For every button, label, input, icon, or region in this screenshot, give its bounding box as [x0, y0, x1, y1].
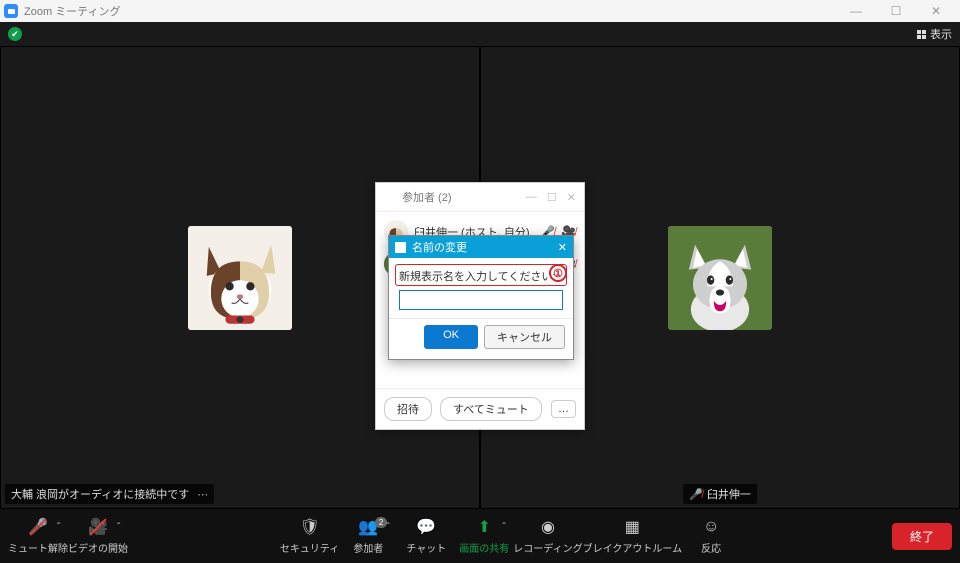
view-label: 表示 [930, 26, 952, 42]
rename-input[interactable] [399, 290, 563, 310]
smile-icon: ☺ [703, 517, 719, 537]
zoom-app-icon [4, 4, 18, 18]
dialog-close-button[interactable]: ✕ [558, 241, 567, 254]
avatar-cat-icon [188, 226, 292, 330]
annotation-badge: ① [549, 264, 567, 282]
meeting-toolbar: 🎤 ⌃ ミュート解除 🎥 ⌃ ビデオの開始 🛡 セキュリティ 👥 2 ⌃ 参加者 [0, 509, 960, 563]
panel-close-button[interactable]: ✕ [567, 191, 576, 204]
chat-icon: 💬 [416, 517, 436, 537]
view-toggle-button[interactable]: 表示 [917, 26, 952, 42]
app-window: Zoom ミーティング — ☐ ✕ ✔ 表示 [0, 0, 960, 563]
rename-dialog-header[interactable]: 名前の変更 ✕ [389, 236, 573, 258]
unmute-button[interactable]: 🎤 ⌃ ミュート解除 [8, 517, 68, 555]
record-icon: ◉ [541, 517, 555, 537]
camera-icon: 🎥 [88, 517, 108, 537]
avatar-dog-icon [668, 226, 772, 330]
minimize-button[interactable]: — [842, 4, 870, 18]
participants-button[interactable]: 👥 2 ⌃ 参加者 [339, 517, 397, 555]
breakout-button[interactable]: ▦ ブレイクアウトルーム [583, 517, 683, 555]
participants-title: 参加者 (2) [402, 189, 452, 205]
reactions-button[interactable]: ☺ 反応 [682, 517, 740, 555]
rename-body: ① 新規表示名を入力してください: [389, 258, 573, 318]
zoom-app-icon [384, 191, 396, 203]
mic-icon: 🎤 [28, 517, 48, 537]
rename-prompt: 新規表示名を入力してください: [399, 268, 563, 284]
panel-maximize-button[interactable]: ☐ [547, 191, 557, 204]
meeting-topbar: ✔ 表示 [0, 22, 960, 46]
zoom-app-icon [395, 242, 406, 253]
mute-all-button[interactable]: すべてミュート [440, 397, 542, 421]
ellipsis-icon [193, 488, 208, 501]
panel-minimize-button[interactable]: — [526, 191, 537, 204]
rename-footer: OK キャンセル [389, 318, 573, 359]
tile-caption-left: 大輔 浪岡がオーディオに接続中です [5, 484, 214, 504]
invite-button[interactable]: 招待 [384, 397, 432, 421]
grid-icon [917, 30, 926, 39]
chat-button[interactable]: 💬 チャット [397, 517, 455, 555]
window-controls: — ☐ ✕ [842, 4, 956, 18]
tile-caption-right: 🎤̸ 臼井伸一 [683, 484, 757, 504]
close-button[interactable]: ✕ [922, 4, 950, 18]
caret-icon[interactable]: ⌃ [501, 521, 508, 530]
caret-icon[interactable]: ⌃ [55, 521, 62, 530]
shield-icon: 🛡 [299, 517, 319, 537]
caret-icon[interactable]: ⌃ [385, 521, 392, 530]
encryption-shield-icon[interactable]: ✔ [8, 27, 22, 41]
security-button[interactable]: 🛡 セキュリティ [280, 517, 339, 555]
share-screen-button[interactable]: ⬆ ⌃ 画面の共有 [455, 517, 513, 555]
participants-header: 参加者 (2) — ☐ ✕ [376, 183, 584, 212]
maximize-button[interactable]: ☐ [882, 4, 910, 18]
share-icon: ⬆ [478, 517, 491, 537]
more-options-button[interactable]: … [551, 400, 576, 418]
breakout-icon: ▦ [625, 517, 640, 537]
record-button[interactable]: ◉ レコーディング [513, 517, 582, 555]
ok-button[interactable]: OK [424, 325, 478, 349]
participants-footer: 招待 すべてミュート … [376, 388, 584, 429]
os-titlebar: Zoom ミーティング — ☐ ✕ [0, 0, 960, 22]
meeting-area: ✔ 表示 [0, 22, 960, 563]
cancel-button[interactable]: キャンセル [484, 325, 565, 349]
mic-muted-icon: 🎤̸ [689, 488, 703, 501]
rename-title: 名前の変更 [412, 239, 467, 255]
participants-panel: 参加者 (2) — ☐ ✕ 臼井伸一 (ホスト, 自分) 🎤̸ 🎥̸ [375, 182, 585, 430]
caret-icon[interactable]: ⌃ [115, 521, 122, 530]
start-video-button[interactable]: 🎥 ⌃ ビデオの開始 [68, 517, 128, 555]
rename-dialog: 名前の変更 ✕ ① 新規表示名を入力してください: OK キャンセル [388, 235, 574, 360]
window-title: Zoom ミーティング [24, 3, 121, 19]
end-meeting-button[interactable]: 終了 [892, 523, 952, 550]
